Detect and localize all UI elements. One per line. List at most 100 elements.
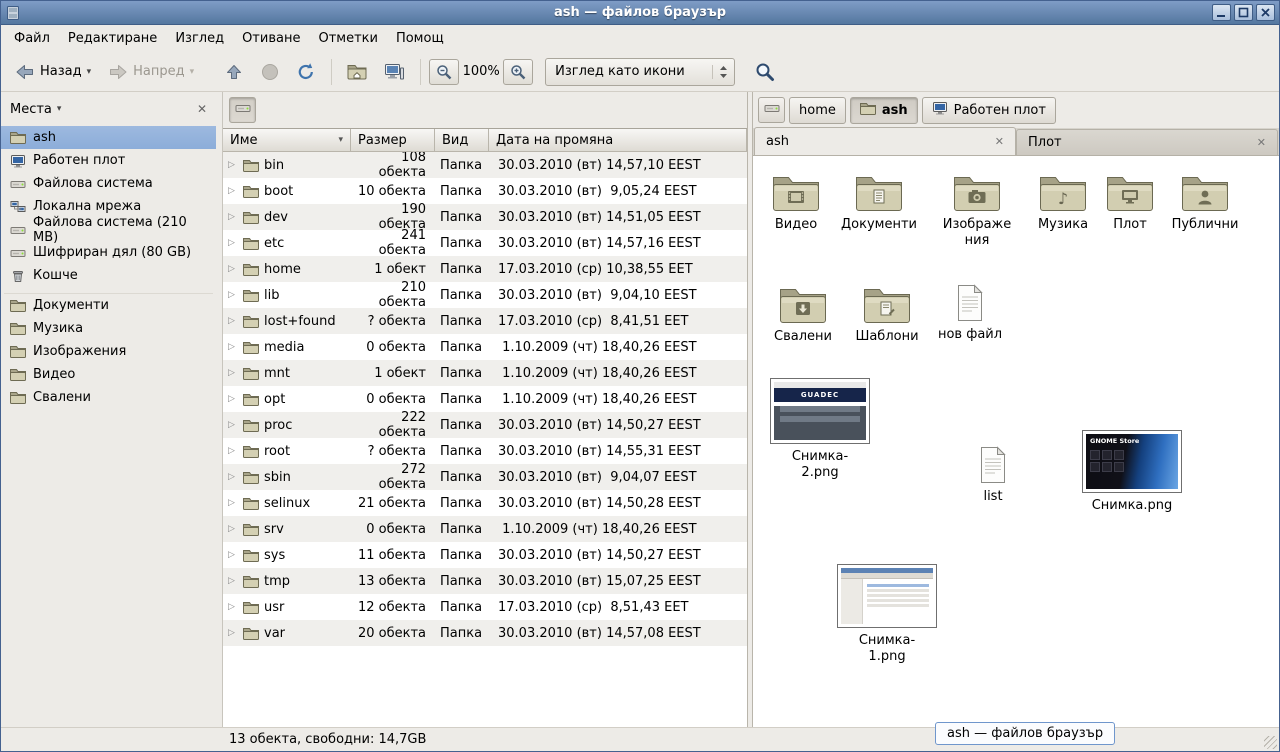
file-row[interactable]: ▷lost+found? обектаПапка17.03.2010 (ср) … (223, 308, 747, 334)
sidebar-item[interactable]: Файлова система (210 MB) (1, 218, 216, 241)
zoom-in-button[interactable] (503, 59, 533, 85)
expander-icon[interactable]: ▷ (228, 576, 238, 586)
view-mode-select[interactable]: Изглед като икони (545, 58, 735, 86)
file-row[interactable]: ▷etc241 обектаПапка30.03.2010 (вт) 14,57… (223, 230, 747, 256)
sidebar-item[interactable]: Видео (1, 363, 216, 386)
expander-icon[interactable]: ▷ (228, 160, 238, 170)
column-header-size[interactable]: Размер (351, 129, 435, 152)
expander-icon[interactable]: ▷ (228, 264, 238, 274)
tab-ash[interactable]: ash ✕ (754, 127, 1016, 155)
expander-icon[interactable]: ▷ (228, 342, 238, 352)
icon-item-documents[interactable]: Документи (841, 174, 917, 233)
tab-close-icon[interactable]: ✕ (995, 135, 1004, 148)
expander-icon[interactable]: ▷ (228, 498, 238, 508)
back-dropdown-icon[interactable]: ▾ (87, 67, 92, 77)
close-button[interactable] (1256, 4, 1275, 21)
pathbar-root-button[interactable] (758, 97, 785, 123)
search-button[interactable] (747, 57, 782, 87)
title-bar[interactable]: ash — файлов браузър (1, 1, 1279, 25)
sidebar-title[interactable]: Места (10, 102, 52, 117)
minimize-button[interactable] (1212, 4, 1231, 21)
menu-help[interactable]: Помощ (387, 27, 453, 50)
file-row[interactable]: ▷bin108 обектаПапка30.03.2010 (вт) 14,57… (223, 152, 747, 178)
sidebar-item[interactable]: Работен плот (1, 149, 216, 172)
expander-icon[interactable]: ▷ (228, 238, 238, 248)
file-row[interactable]: ▷boot10 обектаПапка30.03.2010 (вт) 9,05,… (223, 178, 747, 204)
expander-icon[interactable]: ▷ (228, 524, 238, 534)
tab-plot[interactable]: Плот ✕ (1016, 129, 1278, 155)
sidebar-item[interactable]: ash (1, 126, 216, 149)
menu-bookmarks[interactable]: Отметки (309, 27, 386, 50)
expander-icon[interactable]: ▷ (228, 290, 238, 300)
expander-icon[interactable]: ▷ (228, 446, 238, 456)
expander-icon[interactable]: ▷ (228, 550, 238, 560)
file-row[interactable]: ▷sys11 обектаПапка30.03.2010 (вт) 14,50,… (223, 542, 747, 568)
menu-edit[interactable]: Редактиране (59, 27, 166, 50)
sidebar-item[interactable]: Кошче (1, 264, 216, 287)
expander-icon[interactable]: ▷ (228, 368, 238, 378)
expander-icon[interactable]: ▷ (228, 394, 238, 404)
icon-item-new-file[interactable]: нов файл (934, 284, 1006, 343)
icon-item-snimka1[interactable]: Снимка-1.png (837, 564, 937, 666)
computer-button[interactable] (376, 57, 412, 87)
file-row[interactable]: ▷home1 обектПапка17.03.2010 (ср) 10,38,5… (223, 256, 747, 282)
icon-item-video[interactable]: Видео (760, 174, 832, 233)
file-row[interactable]: ▷srv0 обектаПапка 1.10.2009 (чт) 18,40,2… (223, 516, 747, 542)
icon-item-public[interactable]: Публични (1169, 174, 1241, 233)
expander-icon[interactable]: ▷ (228, 602, 238, 612)
sidebar-item[interactable]: Документи (1, 294, 216, 317)
menu-file[interactable]: Файл (5, 27, 59, 50)
icon-item-desktop[interactable]: Плот (1095, 174, 1165, 233)
file-row[interactable]: ▷media0 обектаПапка 1.10.2009 (чт) 18,40… (223, 334, 747, 360)
sidebar-item[interactable]: Музика (1, 317, 216, 340)
expander-icon[interactable]: ▷ (228, 212, 238, 222)
icon-item-snimka[interactable]: GNOME Store Снимка.png (1082, 430, 1182, 514)
sidebar-close-icon[interactable]: ✕ (197, 102, 207, 116)
column-header-date[interactable]: Дата на промяна (489, 129, 747, 152)
back-button[interactable]: Назад ▾ (7, 57, 98, 87)
zoom-out-button[interactable] (429, 59, 459, 85)
file-row[interactable]: ▷opt0 обектаПапка 1.10.2009 (чт) 18,40,2… (223, 386, 747, 412)
pathbar-desktop-button[interactable]: Работен плот (922, 97, 1056, 124)
root-location-button[interactable] (229, 97, 256, 123)
column-header-type[interactable]: Вид (435, 129, 489, 152)
up-button[interactable] (217, 57, 251, 87)
expander-icon[interactable]: ▷ (228, 628, 238, 638)
file-row[interactable]: ▷selinux21 обектаПапка30.03.2010 (вт) 14… (223, 490, 747, 516)
icon-item-music[interactable]: ♪ Музика (1028, 174, 1098, 233)
file-row[interactable]: ▷sbin272 обектаПапка30.03.2010 (вт) 9,04… (223, 464, 747, 490)
maximize-button[interactable] (1234, 4, 1253, 21)
expander-icon[interactable]: ▷ (228, 420, 238, 430)
menu-view[interactable]: Изглед (166, 27, 233, 50)
icon-item-templates[interactable]: Шаблони (851, 286, 923, 345)
forward-dropdown-icon[interactable]: ▾ (190, 67, 195, 77)
sidebar-item[interactable]: Шифриран дял (80 GB) (1, 241, 216, 264)
file-row[interactable]: ▷usr12 обектаПапка17.03.2010 (ср) 8,51,4… (223, 594, 747, 620)
icon-item-list[interactable]: list (957, 446, 1029, 505)
file-row[interactable]: ▷proc222 обектаПапка30.03.2010 (вт) 14,5… (223, 412, 747, 438)
stop-button[interactable] (253, 57, 287, 87)
forward-button[interactable]: Напред ▾ (100, 57, 201, 87)
sidebar-item[interactable]: Свалени (1, 386, 216, 409)
sidebar-item[interactable]: Изображения (1, 340, 216, 363)
file-row[interactable]: ▷var20 обектаПапка30.03.2010 (вт) 14,57,… (223, 620, 747, 646)
file-row[interactable]: ▷root? обектаПапка30.03.2010 (вт) 14,55,… (223, 438, 747, 464)
expander-icon[interactable]: ▷ (228, 186, 238, 196)
column-header-name[interactable]: Име ▾ (223, 129, 351, 152)
file-row[interactable]: ▷tmp13 обектаПапка30.03.2010 (вт) 15,07,… (223, 568, 747, 594)
home-button[interactable] (340, 57, 374, 87)
menu-go[interactable]: Отиване (233, 27, 309, 50)
icon-item-snimka2[interactable]: GUADEC Снимка-2.png (770, 378, 870, 482)
sidebar-item[interactable]: Файлова система (1, 172, 216, 195)
pathbar-home-button[interactable]: home (789, 97, 846, 124)
icon-item-downloads[interactable]: Свалени (767, 286, 839, 345)
expander-icon[interactable]: ▷ (228, 316, 238, 326)
reload-button[interactable] (289, 57, 323, 87)
resize-grip[interactable] (1264, 736, 1277, 749)
icon-item-pictures[interactable]: Изображения (940, 174, 1014, 250)
file-row[interactable]: ▷dev190 обектаПапка30.03.2010 (вт) 14,51… (223, 204, 747, 230)
pathbar-ash-button[interactable]: ash (850, 97, 918, 124)
file-row[interactable]: ▷mnt1 обектПапка 1.10.2009 (чт) 18,40,26… (223, 360, 747, 386)
file-row[interactable]: ▷lib210 обектаПапка30.03.2010 (вт) 9,04,… (223, 282, 747, 308)
tab-close-icon[interactable]: ✕ (1257, 136, 1266, 149)
